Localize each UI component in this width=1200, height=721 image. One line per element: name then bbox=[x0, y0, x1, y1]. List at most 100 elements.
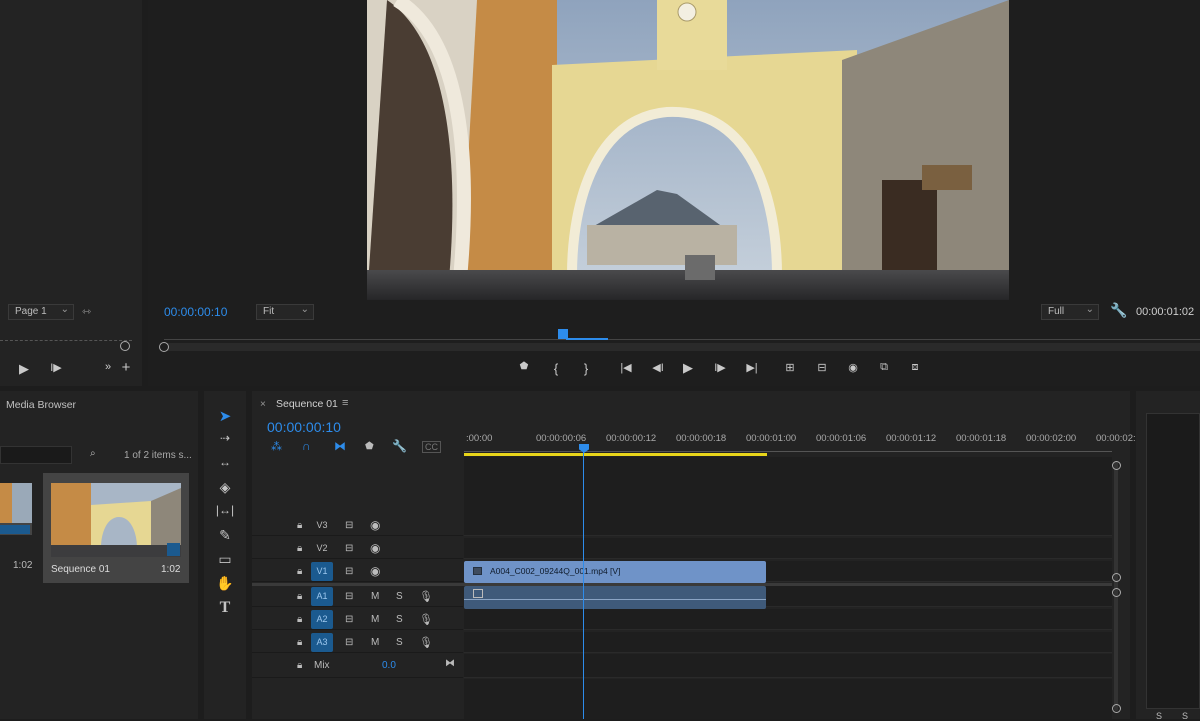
lock-icon[interactable]: 🔒︎ bbox=[297, 637, 302, 648]
lock-icon[interactable]: 🔒︎ bbox=[297, 614, 302, 625]
mix-track-row[interactable] bbox=[464, 654, 1112, 678]
mute-button[interactable]: M bbox=[371, 637, 379, 648]
add-button-icon[interactable]: + bbox=[116, 359, 136, 376]
lock-icon[interactable]: 🔒︎ bbox=[297, 520, 302, 531]
extract-icon[interactable]: ⊟ bbox=[812, 361, 832, 374]
vertical-scrollbar[interactable] bbox=[1114, 461, 1118, 711]
add-marker-icon[interactable]: ⬟ bbox=[365, 441, 374, 452]
step-forward-icon[interactable]: I▶ bbox=[46, 361, 66, 374]
captions-icon[interactable]: CC bbox=[422, 441, 441, 453]
track-target[interactable]: A1 bbox=[311, 587, 333, 606]
video-clip[interactable]: A004_C002_09244Q_001.mp4 [V] bbox=[464, 561, 766, 583]
linked-selection-icon[interactable]: ⧓ bbox=[334, 439, 346, 453]
mark-out-icon[interactable]: } bbox=[576, 361, 596, 376]
sync-lock-icon[interactable]: ⊟ bbox=[345, 614, 353, 625]
close-tab-icon[interactable]: × bbox=[260, 399, 266, 410]
mark-in-icon[interactable]: { bbox=[546, 361, 566, 376]
insert-icon[interactable]: ⇿ bbox=[82, 305, 91, 318]
program-ruler[interactable] bbox=[164, 330, 1200, 340]
media-browser-tab[interactable]: Media Browser bbox=[6, 399, 76, 411]
step-back-icon[interactable]: ◀I bbox=[648, 361, 668, 374]
type-tool-icon[interactable]: T bbox=[214, 599, 236, 619]
track-target[interactable]: A3 bbox=[311, 633, 333, 652]
resolution-select[interactable]: Full bbox=[1041, 304, 1099, 320]
lock-icon[interactable]: 🔒︎ bbox=[297, 660, 302, 671]
sync-lock-icon[interactable]: ⊟ bbox=[345, 591, 353, 602]
scroll-handle-audio[interactable] bbox=[1112, 588, 1121, 597]
nest-toggle-icon[interactable]: ⁂ bbox=[271, 440, 282, 453]
work-area-bar[interactable] bbox=[464, 453, 767, 456]
mute-button[interactable]: M bbox=[371, 614, 379, 625]
timeline-settings-icon[interactable]: 🔧 bbox=[392, 439, 407, 453]
source-zoom-handle[interactable] bbox=[120, 341, 130, 351]
track-row-v2[interactable] bbox=[464, 538, 1112, 559]
source-ruler[interactable] bbox=[0, 333, 132, 341]
timeline-empty-area[interactable] bbox=[464, 457, 1112, 515]
track-target[interactable]: A2 bbox=[311, 610, 333, 629]
lock-icon[interactable]: 🔒︎ bbox=[297, 591, 302, 602]
microphone-icon[interactable]: 🎙︎ bbox=[419, 613, 433, 626]
program-zoom-handle[interactable] bbox=[159, 342, 169, 352]
meter-solo-left[interactable]: S bbox=[1156, 711, 1162, 721]
timeline-timecode[interactable]: 00:00:00:10 bbox=[267, 419, 341, 435]
wrench-icon[interactable]: 🔧 bbox=[1110, 302, 1127, 319]
track-row-v3[interactable] bbox=[464, 515, 1112, 536]
list-item[interactable]: 1:02 bbox=[0, 473, 38, 583]
timeline-ruler[interactable]: :00:00 00:00:00:06 00:00:00:12 00:00:00:18 0… bbox=[464, 429, 1136, 453]
new-search-bin-icon[interactable]: ⌕ bbox=[90, 448, 96, 459]
track-target[interactable]: V2 bbox=[311, 539, 333, 558]
mix-value[interactable]: 0.0 bbox=[382, 660, 396, 671]
eye-icon[interactable]: ◉ bbox=[370, 541, 380, 555]
step-forward-icon[interactable]: I▶ bbox=[710, 361, 730, 374]
comparison-view-icon[interactable]: ⧉ bbox=[874, 361, 894, 374]
sync-lock-icon[interactable]: ⊟ bbox=[345, 566, 353, 577]
audio-clip[interactable] bbox=[464, 586, 766, 609]
solo-button[interactable]: S bbox=[396, 614, 403, 625]
eye-icon[interactable]: ◉ bbox=[370, 564, 380, 578]
zoom-select[interactable]: Fit bbox=[256, 304, 314, 320]
list-item-selected[interactable]: Sequence 01 1:02 bbox=[43, 473, 189, 583]
microphone-icon[interactable]: 🎙︎ bbox=[419, 590, 433, 603]
play-icon[interactable]: ▶ bbox=[14, 361, 34, 377]
mix-end-icon[interactable]: ⧓ bbox=[445, 658, 455, 669]
proxy-toggle-icon[interactable]: ⧈ bbox=[905, 361, 925, 374]
sequence-tab[interactable]: Sequence 01 bbox=[276, 398, 338, 410]
program-zoom-bar[interactable] bbox=[164, 343, 1200, 351]
solo-button[interactable]: S bbox=[396, 637, 403, 648]
timeline-empty-area-bottom[interactable] bbox=[464, 679, 1112, 719]
program-timecode[interactable]: 00:00:00:10 bbox=[164, 305, 227, 319]
sync-lock-icon[interactable]: ⊟ bbox=[345, 520, 353, 531]
go-to-out-icon[interactable]: ▶| bbox=[742, 361, 762, 374]
track-target[interactable]: V1 bbox=[311, 562, 333, 581]
scroll-handle-mid[interactable] bbox=[1112, 573, 1121, 582]
program-play-icon[interactable]: ▶ bbox=[678, 360, 698, 376]
microphone-icon[interactable]: 🎙︎ bbox=[419, 636, 433, 649]
page-select[interactable]: Page 1 bbox=[8, 304, 74, 320]
go-to-in-icon[interactable]: |◀ bbox=[616, 361, 636, 374]
more-controls-icon[interactable]: » bbox=[98, 361, 118, 373]
meter-solo-right[interactable]: S bbox=[1182, 711, 1188, 721]
razor-tool-icon[interactable]: ◈ bbox=[214, 479, 236, 499]
track-row-a2[interactable] bbox=[464, 609, 1112, 630]
hand-tool-icon[interactable]: ✋ bbox=[214, 575, 236, 595]
lock-icon[interactable]: 🔒︎ bbox=[297, 543, 302, 554]
slip-tool-icon[interactable]: |↔| bbox=[214, 503, 236, 523]
selection-tool-icon[interactable]: ➤ bbox=[214, 407, 236, 427]
panel-menu-icon[interactable]: ≡ bbox=[342, 397, 348, 409]
solo-button[interactable]: S bbox=[396, 591, 403, 602]
export-frame-icon[interactable]: ◉ bbox=[843, 361, 863, 374]
lock-icon[interactable]: 🔒︎ bbox=[297, 566, 302, 577]
snap-icon[interactable]: ∩ bbox=[302, 439, 311, 453]
sync-lock-icon[interactable]: ⊟ bbox=[345, 543, 353, 554]
track-target[interactable]: V3 bbox=[311, 516, 333, 535]
rectangle-tool-icon[interactable]: ▭ bbox=[214, 551, 236, 571]
scroll-handle-bottom[interactable] bbox=[1112, 704, 1121, 713]
marker-icon[interactable]: ⬟ bbox=[514, 361, 534, 372]
mute-button[interactable]: M bbox=[371, 591, 379, 602]
sync-lock-icon[interactable]: ⊟ bbox=[345, 637, 353, 648]
eye-icon[interactable]: ◉ bbox=[370, 518, 380, 532]
track-row-a3[interactable] bbox=[464, 632, 1112, 653]
track-select-tool-icon[interactable]: ⇢ bbox=[214, 431, 236, 451]
ripple-edit-tool-icon[interactable]: ↔ bbox=[214, 455, 236, 475]
lift-icon[interactable]: ⊞ bbox=[780, 361, 800, 374]
